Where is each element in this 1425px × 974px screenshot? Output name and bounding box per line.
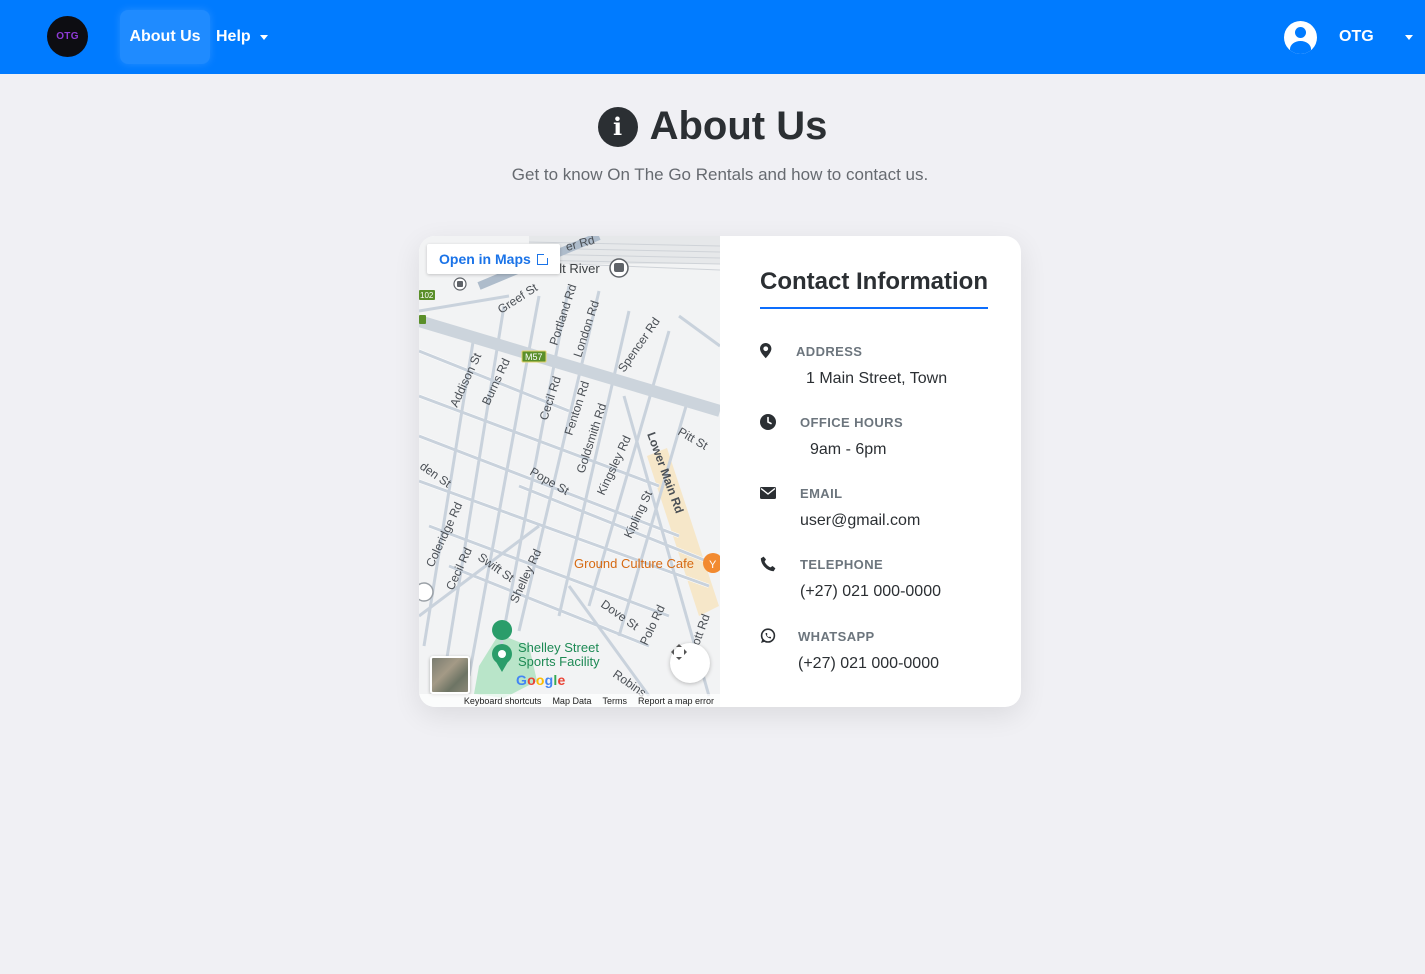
page-header: i About Us xyxy=(0,104,1425,149)
whatsapp-value[interactable]: (+27) 021 000-0000 xyxy=(798,655,939,673)
whatsapp-icon xyxy=(760,628,776,643)
page-subtitle: Get to know On The Go Rentals and how to… xyxy=(511,165,929,184)
svg-text:Portland Rd: Portland Rd xyxy=(547,282,580,347)
svg-text:London Rd: London Rd xyxy=(571,299,602,359)
user-avatar-icon[interactable] xyxy=(1284,21,1317,54)
nav-item-help[interactable]: Help xyxy=(216,10,268,64)
map-footer-keyboard-shortcuts[interactable]: Keyboard shortcuts xyxy=(464,696,542,706)
map-streets[interactable]: Greef St Portland Rd London Rd Spencer R… xyxy=(419,236,720,707)
clock-icon xyxy=(760,414,776,430)
svg-text:Pitt St: Pitt St xyxy=(676,424,711,452)
open-in-maps-link[interactable]: Open in Maps xyxy=(427,244,560,274)
info-icon: i xyxy=(597,106,638,147)
embedded-map[interactable]: Greef St Portland Rd London Rd Spencer R… xyxy=(419,236,720,707)
address-value: 1 Main Street, Town xyxy=(806,370,948,387)
external-link-icon xyxy=(536,251,550,265)
map-pin-icon xyxy=(760,343,772,359)
svg-text:Polo Rd: Polo Rd xyxy=(637,603,668,648)
address-label: ADDRESS xyxy=(796,344,863,359)
map-footer: Keyboard shortcuts Map Data Terms Report… xyxy=(419,694,720,707)
contact-information: Contact Information ADDRESS 1 Main Stree… xyxy=(720,236,1021,707)
svg-text:ott Rd: ott Rd xyxy=(689,612,713,647)
nav-help-label: Help xyxy=(216,28,251,45)
phone-icon xyxy=(760,556,776,572)
svg-text:102: 102 xyxy=(420,291,434,300)
svg-text:Y: Y xyxy=(709,559,717,571)
user-menu-name[interactable]: OTG xyxy=(1339,10,1374,64)
map-footer-map-data[interactable]: Map Data xyxy=(552,696,591,706)
contact-card: Greef St Portland Rd London Rd Spencer R… xyxy=(419,236,1021,707)
office-hours-value: 9am - 6pm xyxy=(810,441,887,458)
svg-text:Shelley Street: Shelley Street xyxy=(518,640,599,655)
envelope-icon xyxy=(760,487,776,499)
telephone-value[interactable]: (+27) 021 000-0000 xyxy=(800,583,941,601)
svg-text:Cecil Rd: Cecil Rd xyxy=(443,545,475,592)
email-value[interactable]: user@gmail.com xyxy=(800,512,920,530)
telephone-label: TELEPHONE xyxy=(800,557,884,572)
logo[interactable]: OTG xyxy=(47,16,88,57)
logo-text: OTG xyxy=(56,31,79,42)
google-logo: Google xyxy=(516,672,566,688)
office-hours-label: OFFICE HOURS xyxy=(800,415,904,430)
svg-text:Sports Facility: Sports Facility xyxy=(518,654,600,669)
user-menu-chevron-down-icon[interactable] xyxy=(1405,35,1413,40)
page-title: About Us xyxy=(649,104,828,148)
svg-text:Ground Culture Cafe: Ground Culture Cafe xyxy=(574,556,694,571)
satellite-toggle[interactable] xyxy=(430,656,470,694)
open-in-maps-label: Open in Maps xyxy=(439,251,531,267)
contact-title: Contact Information xyxy=(760,268,988,309)
navbar: OTG About Us Help OTG xyxy=(0,0,1425,74)
chevron-down-icon xyxy=(259,34,268,40)
fullscreen-icon xyxy=(671,644,687,660)
email-label: EMAIL xyxy=(800,486,843,501)
nav-item-about-us[interactable]: About Us xyxy=(120,10,210,64)
fullscreen-button[interactable] xyxy=(670,643,710,683)
whatsapp-label: WHATSAPP xyxy=(798,629,875,644)
svg-text:Burns Rd: Burns Rd xyxy=(479,356,513,407)
map-footer-report-error[interactable]: Report a map error xyxy=(638,696,714,706)
map-footer-terms[interactable]: Terms xyxy=(602,696,627,706)
svg-text:M57: M57 xyxy=(525,352,543,362)
